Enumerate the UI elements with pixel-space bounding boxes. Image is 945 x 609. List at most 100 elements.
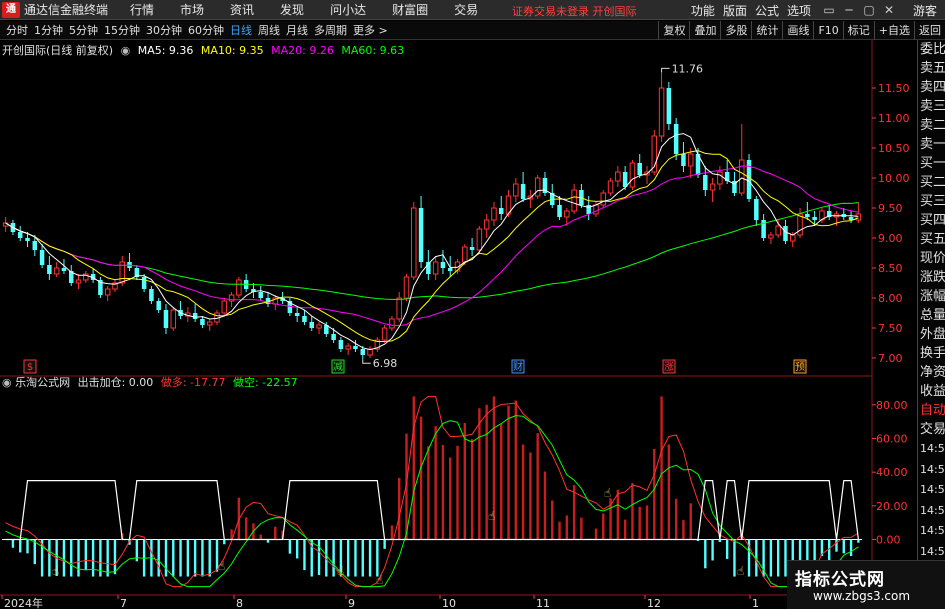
sidebar-item[interactable]: 总量	[918, 306, 945, 325]
menu-ask[interactable]: 问小达	[324, 1, 372, 18]
candle-body-up	[411, 207, 417, 278]
settings-circle-icon[interactable]: ◉	[121, 44, 131, 57]
ind-y-tick-label: 40.00	[876, 466, 908, 479]
maximize-icon[interactable]: ▢	[859, 3, 879, 17]
app-logo-icon: 通	[2, 1, 20, 18]
period-1min[interactable]: 1分钟	[34, 22, 63, 38]
sidebar-item[interactable]: 现价	[918, 249, 945, 268]
ma20-line	[5, 165, 859, 327]
sidebar-item[interactable]: 涨跌	[918, 268, 945, 287]
indicator-bar	[303, 539, 306, 571]
draw-line-button[interactable]: 画线	[782, 21, 813, 40]
stats-button[interactable]: 统计	[751, 21, 782, 40]
indicator-bar	[113, 539, 117, 575]
candle-body-down	[149, 289, 154, 301]
sidebar-item[interactable]: 卖五	[918, 59, 945, 78]
mark-button[interactable]: 标记	[842, 21, 874, 40]
menu-market[interactable]: 行情	[124, 1, 160, 18]
candle-body-down	[783, 226, 788, 241]
menu-layout[interactable]: 版面	[723, 2, 747, 19]
multi-stock-button[interactable]: 多股	[720, 21, 751, 40]
candle-body-up	[658, 87, 665, 137]
tab-trade[interactable]: 交易	[918, 420, 945, 439]
indicator-bar	[631, 483, 634, 540]
y-tick-label: 8.00	[878, 292, 903, 305]
sidebar-item[interactable]: 买五	[918, 230, 945, 249]
period-multi[interactable]: 多周期	[314, 22, 347, 38]
sidebar-item[interactable]: 买四	[918, 211, 945, 230]
f10-button[interactable]: F10	[813, 21, 842, 40]
sidebar-item[interactable]: 买二	[918, 173, 945, 192]
x-tick-label: 9	[348, 597, 355, 609]
event-marker-label: 减	[333, 361, 343, 373]
period-weekly[interactable]: 周线	[258, 22, 280, 38]
menu-trade[interactable]: 交易	[448, 1, 484, 18]
candle-body-down	[156, 301, 161, 310]
stock-name[interactable]: 开创国际(日线 前复权)	[2, 44, 113, 57]
tick-time: 14:56	[920, 503, 945, 517]
chart-canvas[interactable]: 11.5011.0010.5010.009.509.008.508.007.50…	[0, 40, 917, 609]
period-daily[interactable]: 日线	[230, 22, 252, 38]
sidebar-item[interactable]: 卖二	[918, 116, 945, 135]
period-more[interactable]: 更多 >	[353, 22, 388, 38]
candle-body-up	[513, 183, 519, 197]
sidebar-item[interactable]: 卖三	[918, 97, 945, 116]
tick-time: 14:56	[920, 524, 945, 537]
back-button[interactable]: 返回	[914, 21, 945, 40]
adjust-button[interactable]: 复权	[658, 21, 689, 40]
menu-function[interactable]: 功能	[691, 2, 715, 19]
indicator-bar	[295, 539, 299, 559]
axis-layer: 11.5011.0010.5010.009.509.008.508.007.50…	[0, 40, 911, 609]
indicator-bar	[580, 517, 583, 540]
menu-formula[interactable]: 公式	[755, 2, 779, 19]
menu-discover[interactable]: 发现	[274, 1, 310, 18]
overlay-button[interactable]: 叠加	[689, 21, 720, 40]
candle-body-down	[200, 319, 205, 325]
indicator-bar	[674, 498, 678, 540]
indicator-settings-icon[interactable]: ◉	[2, 376, 12, 389]
indicator-layer	[5, 395, 860, 588]
sidebar-item[interactable]: 外盘	[918, 325, 945, 344]
minimize-icon[interactable]: ─	[839, 3, 859, 17]
candle-body-down	[17, 232, 23, 238]
indicator-bar	[521, 444, 525, 540]
sidebar-item[interactable]: 换手	[918, 344, 945, 363]
sidebar-item[interactable]: 净资	[918, 363, 945, 382]
indicator-name[interactable]: 乐淘公式网	[15, 376, 70, 389]
period-60min[interactable]: 60分钟	[188, 22, 224, 38]
sidebar-item[interactable]: 涨幅	[918, 287, 945, 306]
sidebar-item[interactable]: 买三	[918, 192, 945, 211]
sidebar-item[interactable]: 卖一	[918, 135, 945, 154]
menu-wealth[interactable]: 财富圈	[386, 1, 434, 18]
menu-exchange[interactable]: 市场	[174, 1, 210, 18]
indicator-bar	[463, 423, 466, 540]
sidebar-item[interactable]: 委比	[918, 40, 945, 59]
indicator-bar	[186, 539, 190, 577]
restore-icon[interactable]: ▭	[819, 3, 839, 17]
period-15min[interactable]: 15分钟	[104, 22, 140, 38]
close-icon[interactable]: ✕	[879, 3, 899, 17]
period-monthly[interactable]: 月线	[286, 22, 308, 38]
watermark-title: 指标公式网	[795, 570, 885, 590]
ma5-label: MA5: 9.36	[137, 44, 194, 57]
period-timeshare[interactable]: 分时	[6, 22, 28, 38]
tab-auto[interactable]: 自动	[918, 401, 945, 420]
indicator-bar	[616, 489, 620, 540]
indicator-bar	[398, 477, 401, 540]
period-30min[interactable]: 30分钟	[146, 22, 182, 38]
add-watchlist-button[interactable]: +自选	[873, 21, 914, 40]
sidebar-item[interactable]: 卖四	[918, 78, 945, 97]
sidebar-item[interactable]: 买一	[918, 154, 945, 173]
indicator-bar	[594, 528, 598, 540]
candle-body-down	[418, 208, 424, 262]
indicator-bar	[288, 539, 292, 554]
candle-body-down	[469, 247, 475, 250]
period-5min[interactable]: 5分钟	[69, 22, 98, 38]
menu-options[interactable]: 选项	[787, 2, 811, 19]
sidebar-item[interactable]: 收益	[918, 382, 945, 401]
guest-label[interactable]: 游客	[913, 2, 937, 19]
login-notice[interactable]: 证券交易未登录 开创国际	[512, 3, 637, 19]
candle-body-up	[790, 234, 796, 242]
menu-news[interactable]: 资讯	[224, 1, 260, 18]
indicator-bar	[551, 500, 554, 540]
